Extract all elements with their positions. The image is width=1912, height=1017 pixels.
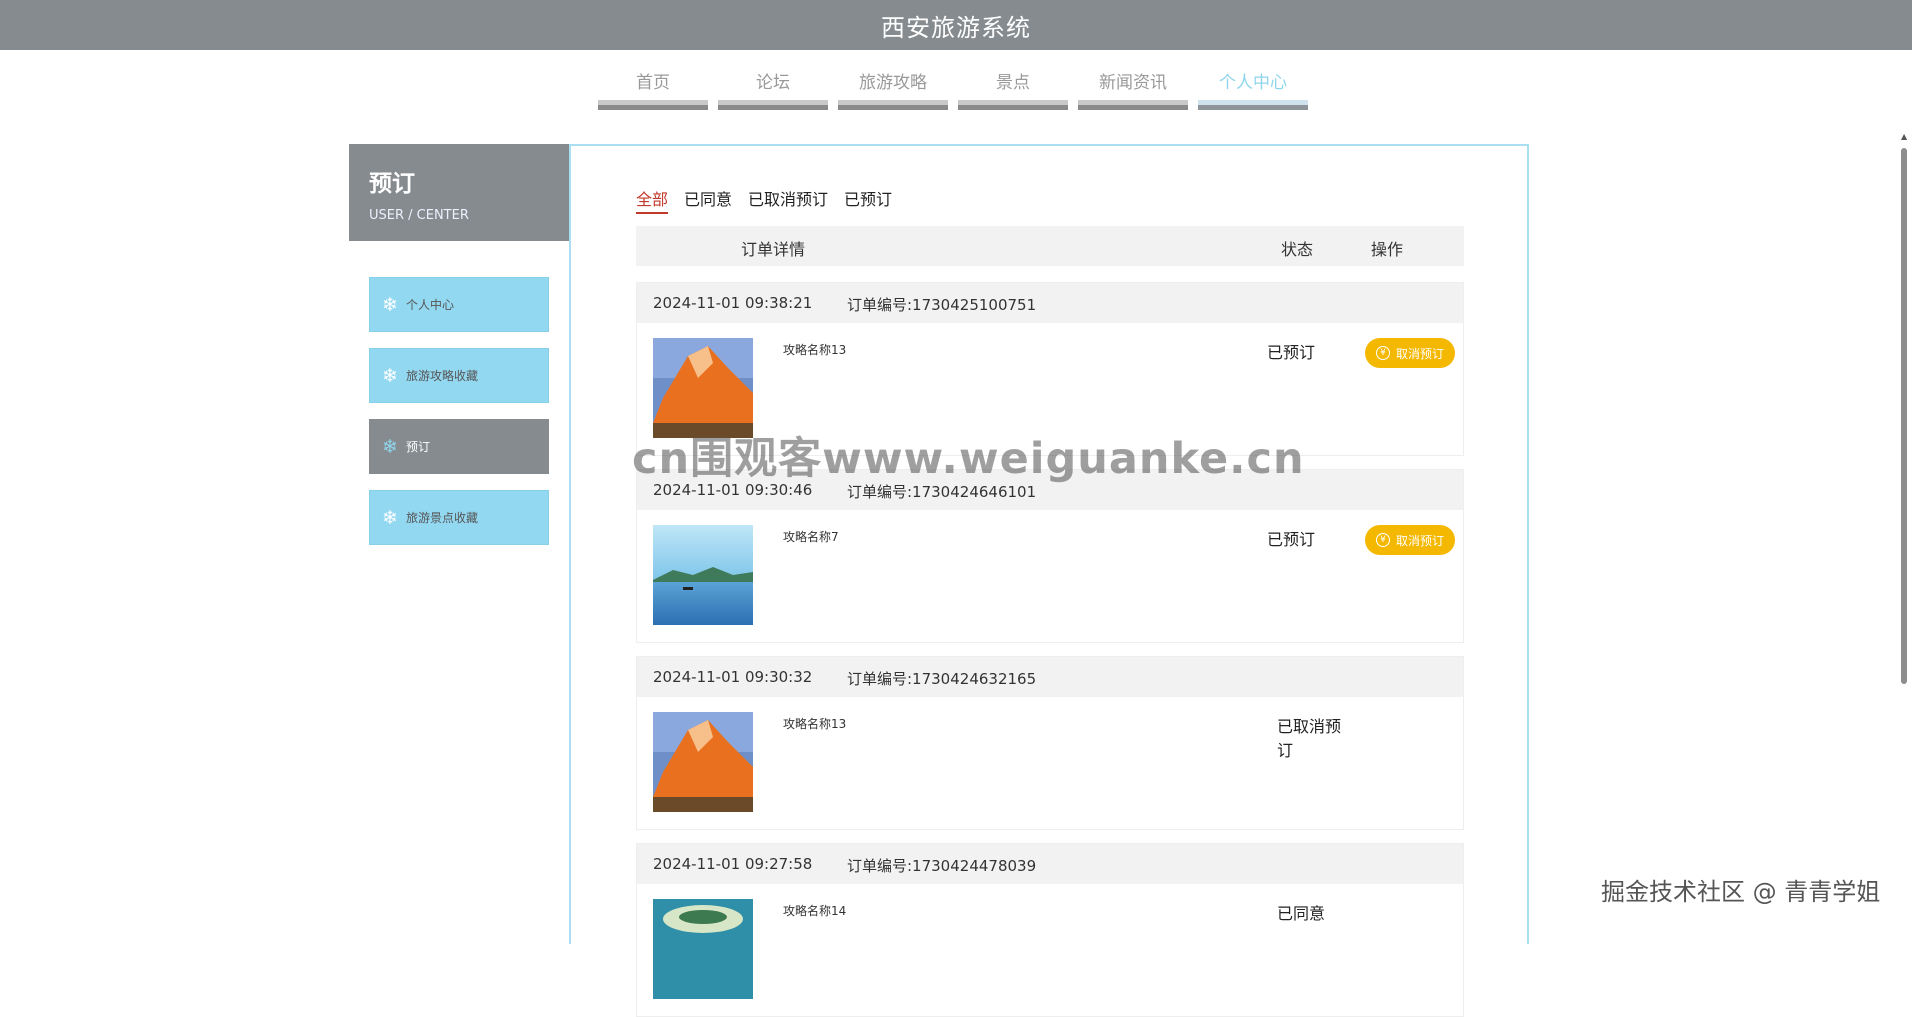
yen-icon: ¥ [1375, 346, 1390, 360]
header-action: 操作 [1371, 240, 1404, 259]
order-header: 2024-11-01 09:38:21 订单编号:1730425100751 [637, 283, 1463, 323]
order-time: 2024-11-01 09:30:32 [653, 668, 813, 686]
nav-item-forum[interactable]: 论坛 [718, 70, 828, 110]
order-header: 2024-11-01 09:30:46 订单编号:1730424646101 [637, 470, 1463, 510]
order-number: 订单编号:1730424632165 [847, 670, 1037, 688]
sidebar-item-guide-favorites[interactable]: ❄ 旅游攻略收藏 [369, 348, 549, 403]
tab-cancelled[interactable]: 已取消预订 [748, 186, 828, 214]
sidebar-item-label: 旅游攻略收藏 [406, 369, 479, 383]
guide-name: 攻略名称13 [783, 343, 847, 357]
sidebar-subtitle: USER / CENTER [369, 208, 469, 223]
order-time: 2024-11-01 09:30:46 [653, 481, 813, 499]
snowflake-icon: ❄ [382, 435, 398, 458]
nav-underline [598, 100, 708, 110]
cancel-booking-button[interactable]: ¥ 取消预订 [1365, 525, 1455, 555]
order-number: 订单编号:1730424478039 [847, 857, 1037, 875]
nav-underline [1078, 100, 1188, 110]
nav-underline [838, 100, 948, 110]
order-thumbnail[interactable] [653, 899, 753, 999]
nav-item-news[interactable]: 新闻资讯 [1078, 70, 1188, 110]
cancel-booking-label: 取消预订 [1395, 346, 1444, 361]
order-card: 2024-11-01 09:27:58 订单编号:1730424478039 攻… [636, 843, 1464, 1017]
snowflake-icon: ❄ [382, 293, 398, 316]
main-nav: 首页 论坛 旅游攻略 景点 新闻资讯 个人中心 [598, 70, 1318, 110]
order-thumbnail[interactable] [653, 338, 753, 438]
guide-name: 攻略名称14 [783, 904, 847, 918]
order-header: 2024-11-01 09:27:58 订单编号:1730424478039 [637, 844, 1463, 884]
order-thumbnail[interactable] [653, 525, 753, 625]
sidebar-item-user-center[interactable]: ❄ 个人中心 [369, 277, 549, 332]
nav-underline [718, 100, 828, 110]
table-header: 订单详情 状态 操作 [636, 226, 1464, 266]
cancel-booking-button[interactable]: ¥ 取消预订 [1365, 338, 1455, 368]
page-scrollbar[interactable]: ▲ [1896, 130, 1912, 928]
order-number: 订单编号:1730425100751 [847, 296, 1037, 314]
guide-name: 攻略名称13 [783, 717, 847, 731]
sidebar-header: 预订 USER / CENTER [349, 144, 569, 241]
nav-underline [958, 100, 1068, 110]
credit-text: 掘金技术社区 @ 青青学姐 [1601, 878, 1881, 906]
order-status: 已取消预订 [1277, 717, 1342, 760]
sidebar-item-label: 个人中心 [406, 298, 455, 312]
nav-label: 新闻资讯 [1099, 73, 1167, 93]
header-status: 状态 [1281, 240, 1314, 259]
app-header: 西安旅游系统 [0, 0, 1912, 50]
nav-label: 首页 [636, 73, 670, 93]
status-tabs: 全部 已同意 已取消预订 已预订 [636, 186, 908, 214]
sidebar-item-label: 预订 [406, 440, 431, 454]
sidebar-item-booking[interactable]: ❄ 预订 [369, 419, 549, 474]
app-title: 西安旅游系统 [881, 13, 1031, 42]
nav-underline [1198, 100, 1308, 110]
order-status: 已同意 [1277, 904, 1326, 923]
cancel-booking-label: 取消预订 [1395, 533, 1444, 548]
header-detail: 订单详情 [741, 240, 806, 259]
sidebar-title: 预订 [369, 171, 415, 197]
order-status: 已预订 [1267, 343, 1316, 362]
nav-item-guides[interactable]: 旅游攻略 [838, 70, 948, 110]
sidebar-item-label: 旅游景点收藏 [406, 511, 479, 525]
tab-all[interactable]: 全部 [636, 186, 669, 214]
nav-label: 个人中心 [1219, 73, 1287, 93]
tab-booked[interactable]: 已预订 [844, 186, 892, 214]
nav-item-attractions[interactable]: 景点 [958, 70, 1068, 110]
nav-label: 旅游攻略 [859, 73, 927, 93]
scroll-up-icon[interactable]: ▲ [1901, 132, 1907, 141]
nav-item-user-center[interactable]: 个人中心 [1198, 70, 1308, 110]
order-number: 订单编号:1730424646101 [847, 483, 1037, 501]
snowflake-icon: ❄ [382, 364, 398, 387]
order-time: 2024-11-01 09:27:58 [653, 855, 813, 873]
order-header: 2024-11-01 09:30:32 订单编号:1730424632165 [637, 657, 1463, 697]
orders-panel: 全部 已同意 已取消预订 已预订 订单详情 状态 操作 2024-11-01 0… [569, 144, 1529, 1017]
nav-label: 论坛 [756, 73, 790, 93]
sidebar-item-attraction-favorites[interactable]: ❄ 旅游景点收藏 [369, 490, 549, 545]
order-status: 已预订 [1267, 530, 1316, 549]
sidebar-menu: ❄ 个人中心 ❄ 旅游攻略收藏 ❄ 预订 ❄ 旅游景点收藏 [369, 277, 549, 561]
order-card: 2024-11-01 09:30:32 订单编号:1730424632165 攻… [636, 656, 1464, 830]
snowflake-icon: ❄ [382, 506, 398, 529]
order-time: 2024-11-01 09:38:21 [653, 294, 813, 312]
order-card: 2024-11-01 09:30:46 订单编号:1730424646101 攻… [636, 469, 1464, 643]
nav-label: 景点 [996, 73, 1030, 93]
scrollbar-thumb[interactable] [1901, 148, 1907, 684]
guide-name: 攻略名称7 [783, 530, 839, 544]
order-thumbnail[interactable] [653, 712, 753, 812]
nav-item-home[interactable]: 首页 [598, 70, 708, 110]
yen-icon: ¥ [1375, 533, 1390, 547]
tab-agreed[interactable]: 已同意 [684, 186, 732, 214]
order-card: 2024-11-01 09:38:21 订单编号:1730425100751 攻… [636, 282, 1464, 456]
